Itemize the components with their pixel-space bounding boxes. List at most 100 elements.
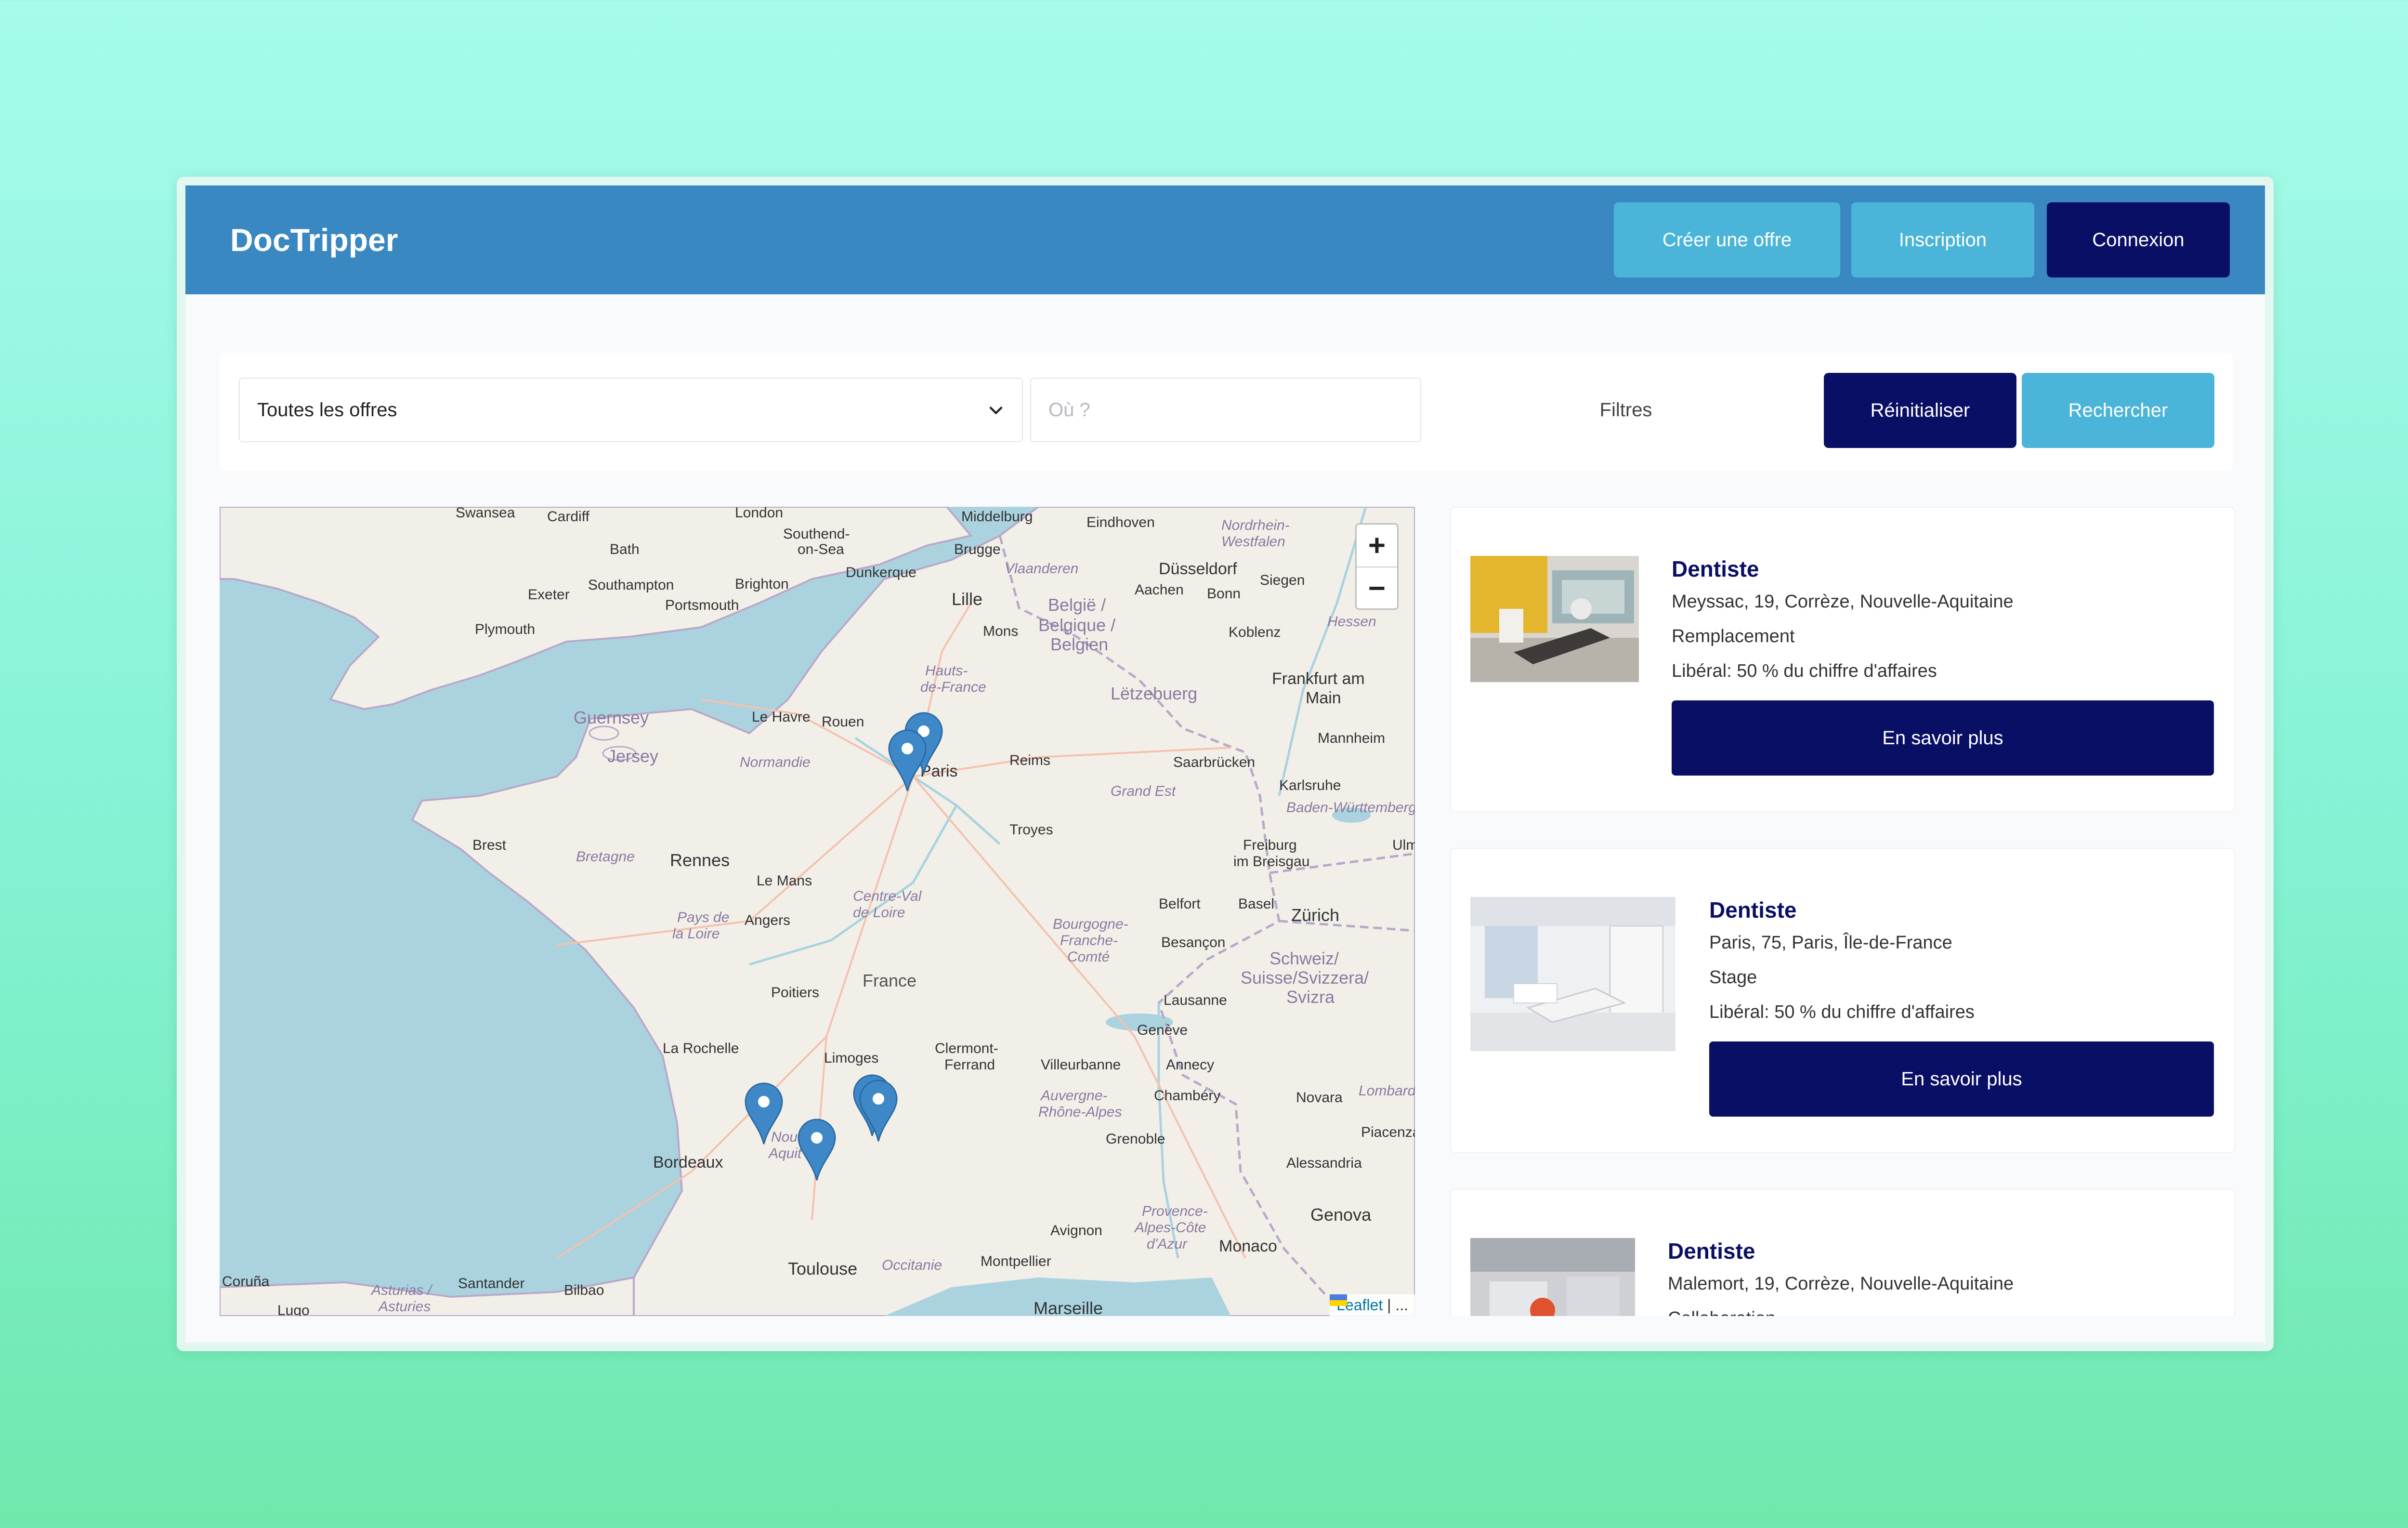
map-label: Basel bbox=[1238, 896, 1274, 912]
zoom-control: + − bbox=[1355, 523, 1399, 610]
search-button[interactable]: Rechercher bbox=[2022, 373, 2214, 448]
map-label: Chambéry bbox=[1154, 1088, 1220, 1104]
map-label: Rhône-Alpes bbox=[1038, 1104, 1122, 1120]
map-label: Occitanie bbox=[882, 1257, 942, 1273]
map-label: Avignon bbox=[1050, 1223, 1102, 1238]
login-button[interactable]: Connexion bbox=[2047, 202, 2230, 277]
dental-office-photo-icon bbox=[1470, 897, 1675, 1051]
map-label: Marseille bbox=[1034, 1298, 1103, 1316]
map-label: Jersey bbox=[607, 746, 658, 766]
reset-button[interactable]: Réinitialiser bbox=[1824, 373, 2016, 448]
map-label: Troyes bbox=[1009, 822, 1053, 838]
map-label: Auvergne- bbox=[1040, 1088, 1107, 1104]
map-label: Swansea bbox=[456, 507, 515, 521]
map-label: Genova bbox=[1310, 1205, 1372, 1225]
map-label: Plymouth bbox=[475, 621, 535, 637]
offer-terms: Libéral: 50 % du chiffre d'affaires bbox=[1709, 1002, 1975, 1022]
map-label: d'Azur bbox=[1147, 1236, 1188, 1252]
map-label: Poitiers bbox=[771, 985, 819, 1001]
learn-more-button[interactable]: En savoir plus bbox=[1709, 1041, 2214, 1117]
map-label: La Rochelle bbox=[663, 1041, 739, 1056]
map-label: Koblenz bbox=[1229, 624, 1281, 640]
map-label: Novara bbox=[1296, 1090, 1343, 1106]
map-label: Alpes-Côte bbox=[1134, 1220, 1206, 1236]
map-label: Rouen bbox=[822, 714, 864, 730]
map-label: Santander bbox=[458, 1276, 524, 1291]
offer-location: Malemort, 19, Corrèze, Nouvelle-Aquitain… bbox=[1668, 1274, 2014, 1294]
search-bar: Toutes les offres Filtres Réinitialiser … bbox=[220, 353, 2233, 471]
offer-thumbnail bbox=[1470, 556, 1639, 682]
map-label: Lëtzebuerg bbox=[1111, 684, 1197, 703]
map-label: Brugge bbox=[954, 541, 1001, 557]
map-label: Le Havre bbox=[752, 709, 811, 725]
map-label: Asturias / bbox=[370, 1282, 433, 1298]
map-label: Exeter bbox=[528, 587, 570, 603]
results-list[interactable]: Dentiste Meyssac, 19, Corrèze, Nouvelle-… bbox=[1450, 507, 2235, 1316]
signup-button[interactable]: Inscription bbox=[1851, 202, 2034, 277]
map-view[interactable]: Swansea Cardiff London Southend- on-Sea … bbox=[220, 507, 1415, 1316]
map-label: Hessen bbox=[1327, 614, 1376, 630]
map-label: Main bbox=[1306, 689, 1341, 707]
map-label: Siegen bbox=[1260, 572, 1305, 588]
map-label: Le Mans bbox=[757, 873, 812, 889]
map-label: Lombardia bbox=[1359, 1083, 1415, 1099]
map-label: Saarbrücken bbox=[1173, 754, 1255, 770]
map-label: Limoges bbox=[824, 1050, 878, 1066]
attribution-more[interactable]: | ... bbox=[1387, 1296, 1408, 1314]
map-label: Alessandria bbox=[1286, 1155, 1362, 1171]
zoom-out-button[interactable]: − bbox=[1357, 567, 1397, 609]
brand-logo[interactable]: DocTripper bbox=[230, 185, 398, 294]
map-label: on-Sea bbox=[798, 541, 844, 557]
map-label: Mannheim bbox=[1318, 730, 1385, 746]
map-label: Aachen bbox=[1135, 582, 1184, 598]
filters-toggle[interactable]: Filtres bbox=[1428, 378, 1823, 442]
map-label: Zürich bbox=[1291, 905, 1339, 925]
offer-title[interactable]: Dentiste bbox=[1668, 1238, 1755, 1264]
offer-type: Remplacement bbox=[1672, 626, 1795, 646]
map-label: la Loire bbox=[672, 926, 720, 942]
map-label: Piacenza bbox=[1361, 1124, 1415, 1140]
map-label: Clermont- bbox=[935, 1041, 998, 1056]
map-label: Comté bbox=[1067, 949, 1110, 965]
map-label: Guernsey bbox=[574, 708, 649, 727]
map-label: Lille bbox=[952, 589, 982, 609]
offer-thumbnail bbox=[1470, 897, 1675, 1051]
map-label: Southampton bbox=[588, 577, 674, 593]
top-navbar: DocTripper Créer une offre Inscription C… bbox=[185, 185, 2265, 294]
map-label: Montpellier bbox=[981, 1253, 1051, 1269]
offer-terms: Libéral: 50 % du chiffre d'affaires bbox=[1672, 661, 1937, 681]
map-label: Bonn bbox=[1207, 586, 1241, 602]
map-label: Belgien bbox=[1050, 634, 1108, 654]
where-input[interactable] bbox=[1030, 378, 1421, 442]
map-label: Bretagne bbox=[576, 849, 635, 865]
offer-title[interactable]: Dentiste bbox=[1709, 897, 1796, 923]
map-label: Cardiff bbox=[547, 509, 589, 525]
app-content: DocTripper Créer une offre Inscription C… bbox=[185, 185, 2265, 1343]
map-label: Reims bbox=[1009, 752, 1050, 768]
map-label: Mons bbox=[983, 623, 1018, 639]
offer-title[interactable]: Dentiste bbox=[1672, 556, 1759, 582]
zoom-in-button[interactable]: + bbox=[1357, 525, 1397, 567]
map-label: Centre-Val bbox=[853, 888, 922, 904]
offer-card: Dentiste Paris, 75, Paris, Île-de-France… bbox=[1450, 848, 2235, 1153]
map-label: Bourgogne- bbox=[1053, 916, 1128, 932]
map-tiles[interactable]: Swansea Cardiff London Southend- on-Sea … bbox=[220, 507, 1415, 1316]
create-offer-button[interactable]: Créer une offre bbox=[1614, 202, 1840, 277]
map-label: Suisse/Svizzera/ bbox=[1241, 968, 1369, 988]
chevron-down-icon bbox=[989, 407, 1003, 414]
learn-more-button[interactable]: En savoir plus bbox=[1672, 700, 2214, 776]
map-label: Grenoble bbox=[1106, 1131, 1165, 1147]
map-label: Toulouse bbox=[788, 1259, 857, 1278]
map-label: Lugo bbox=[277, 1303, 310, 1316]
dental-office-photo-icon bbox=[1470, 1238, 1635, 1316]
map-label: Eindhoven bbox=[1086, 514, 1155, 530]
map-label: Brest bbox=[472, 837, 507, 853]
map-label: Düsseldorf bbox=[1159, 560, 1237, 578]
map-label: Bordeaux bbox=[653, 1153, 723, 1172]
offer-type-select[interactable]: Toutes les offres bbox=[239, 378, 1023, 442]
map-label: Normandie bbox=[740, 754, 811, 770]
offer-card: Dentiste Meyssac, 19, Corrèze, Nouvelle-… bbox=[1450, 507, 2235, 812]
app-window: DocTripper Créer une offre Inscription C… bbox=[177, 177, 2274, 1351]
map-label: Nordrhein- bbox=[1221, 517, 1290, 533]
map-label: Villeurbanne bbox=[1041, 1057, 1121, 1073]
